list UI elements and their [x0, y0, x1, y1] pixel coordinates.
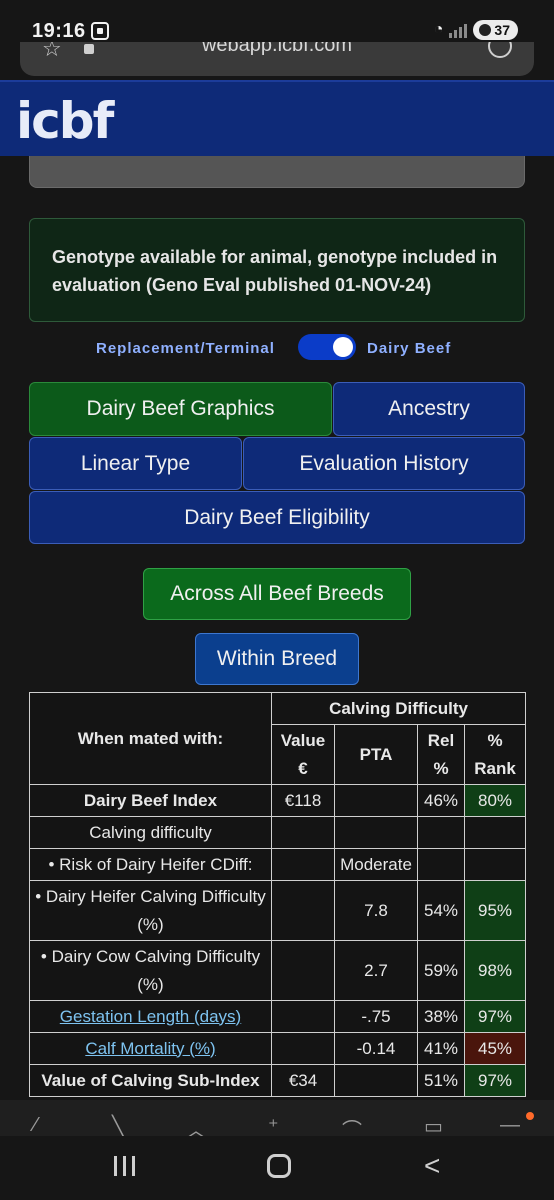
- row-pta: 7.8: [334, 880, 418, 941]
- table-row: • Risk of Dairy Heifer CDiff: Moderate: [29, 848, 527, 881]
- tabs-icon[interactable]: ▭: [424, 1114, 443, 1136]
- row-pta: -0.14: [334, 1032, 418, 1065]
- evaluation-history-button[interactable]: Evaluation History: [243, 437, 525, 490]
- row-rank: 97%: [463, 1064, 527, 1097]
- col-header-value: Value €: [271, 724, 335, 785]
- table-row: Calf Mortality (%) -0.14 41% 45%: [29, 1032, 527, 1065]
- across-all-beef-breeds-button[interactable]: Across All Beef Breeds: [143, 568, 411, 620]
- battery-icon: [479, 24, 492, 36]
- row-rank: 45%: [463, 1032, 527, 1065]
- row-label: • Risk of Dairy Heifer CDiff:: [29, 848, 272, 881]
- browser-toolbar: ⁄ ╲ ︿ ⁺ ⌒ ▭ —: [0, 1100, 554, 1136]
- row-value: [271, 848, 335, 881]
- row-label: • Dairy Heifer Calving Difficulty (%): [29, 880, 272, 941]
- row-value: €34: [271, 1064, 335, 1097]
- calving-difficulty-table: When mated with: Calving Difficulty Valu…: [29, 692, 527, 1097]
- row-rank: 80%: [463, 784, 527, 817]
- toggle-label-replacement: Replacement/Terminal: [96, 340, 275, 357]
- table-row: Calving difficulty: [29, 816, 527, 849]
- calf-mortality-link[interactable]: Calf Mortality (%): [85, 1039, 215, 1058]
- dairy-beef-eligibility-button[interactable]: Dairy Beef Eligibility: [29, 491, 525, 544]
- recent-apps-icon[interactable]: [114, 1156, 135, 1176]
- bookmarks-icon[interactable]: ⁺: [268, 1114, 279, 1136]
- site-header: icbf: [0, 80, 554, 156]
- row-pta: [334, 816, 418, 849]
- row-pta: [334, 1064, 418, 1097]
- mode-toggle-switch[interactable]: [298, 334, 356, 360]
- share-icon[interactable]: ⌒: [342, 1114, 362, 1136]
- row-pta: 2.7: [334, 940, 418, 1001]
- battery-level: 37: [494, 22, 510, 38]
- row-label: Value of Calving Sub-Index: [29, 1064, 272, 1097]
- row-rel: 59%: [417, 940, 465, 1001]
- row-rel: 46%: [417, 784, 465, 817]
- battery-indicator: 37: [473, 20, 518, 40]
- screen-record-icon: [91, 22, 109, 40]
- browser-url-bar[interactable]: ☆ webapp.icbf.com: [20, 42, 534, 76]
- back-arrow-icon[interactable]: ⁄: [34, 1114, 37, 1136]
- genotype-alert: Genotype available for animal, genotype …: [29, 218, 525, 322]
- notification-dot: [526, 1112, 534, 1120]
- row-rank: [463, 848, 527, 881]
- row-value: [271, 940, 335, 1001]
- back-icon[interactable]: <: [424, 1150, 440, 1182]
- row-value: €118: [271, 784, 335, 817]
- row-rank: 95%: [463, 880, 527, 941]
- row-pta: -.75: [334, 1000, 418, 1033]
- row-label: Dairy Beef Index: [29, 784, 272, 817]
- signal-icon: [449, 22, 468, 38]
- row-rank: 98%: [463, 940, 527, 1001]
- row-rel: [417, 848, 465, 881]
- status-time: 19:16: [32, 20, 86, 42]
- row-label: • Dairy Cow Calving Difficulty (%): [29, 940, 272, 1001]
- ancestry-button[interactable]: Ancestry: [333, 382, 525, 436]
- table-row: Dairy Beef Index €118 46% 80%: [29, 784, 527, 817]
- home-button-icon[interactable]: [267, 1154, 291, 1178]
- row-rel: 54%: [417, 880, 465, 941]
- row-rel: 38%: [417, 1000, 465, 1033]
- row-rel: 51%: [417, 1064, 465, 1097]
- icbf-logo[interactable]: icbf: [16, 92, 114, 150]
- dairy-beef-graphics-button[interactable]: Dairy Beef Graphics: [29, 382, 332, 436]
- table-group-header: Calving Difficulty: [270, 692, 527, 725]
- collapsed-panel: [29, 156, 525, 188]
- forward-arrow-icon[interactable]: ╲: [112, 1114, 124, 1136]
- row-value: [271, 880, 335, 941]
- url-text[interactable]: webapp.icbf.com: [20, 42, 534, 57]
- row-rank: 97%: [463, 1000, 527, 1033]
- table-row: Gestation Length (days) -.75 38% 97%: [29, 1000, 527, 1033]
- mode-toggle-row: Replacement/Terminal Dairy Beef: [0, 334, 554, 364]
- toggle-label-dairy-beef: Dairy Beef: [367, 340, 452, 357]
- linear-type-button[interactable]: Linear Type: [29, 437, 242, 490]
- table-row: • Dairy Cow Calving Difficulty (%) 2.7 5…: [29, 940, 527, 1001]
- row-value: [271, 1032, 335, 1065]
- row-value: [271, 1000, 335, 1033]
- gestation-length-link[interactable]: Gestation Length (days): [60, 1007, 241, 1026]
- menu-icon[interactable]: —: [500, 1114, 520, 1136]
- row-rank: [463, 816, 527, 849]
- row-value: [271, 816, 335, 849]
- row-pta: Moderate: [334, 848, 418, 881]
- row-rel: 41%: [417, 1032, 465, 1065]
- row-label: Calving difficulty: [29, 816, 272, 849]
- col-header-rel: Rel %: [417, 724, 465, 785]
- col-header-rank: % Rank: [463, 724, 527, 785]
- toggle-knob: [333, 337, 353, 357]
- status-icons: ◔ 37: [434, 20, 518, 40]
- wifi-icon: ◔: [433, 21, 444, 38]
- within-breed-button[interactable]: Within Breed: [195, 633, 359, 685]
- table-row: • Dairy Heifer Calving Difficulty (%) 7.…: [29, 880, 527, 941]
- row-pta: [334, 784, 418, 817]
- table-row: Value of Calving Sub-Index €34 51% 97%: [29, 1064, 527, 1097]
- table-corner-header: When mated with:: [29, 692, 272, 785]
- home-icon[interactable]: ︿: [186, 1114, 206, 1136]
- col-header-pta: PTA: [334, 724, 418, 785]
- system-nav-bar: <: [0, 1136, 554, 1200]
- row-rel: [417, 816, 465, 849]
